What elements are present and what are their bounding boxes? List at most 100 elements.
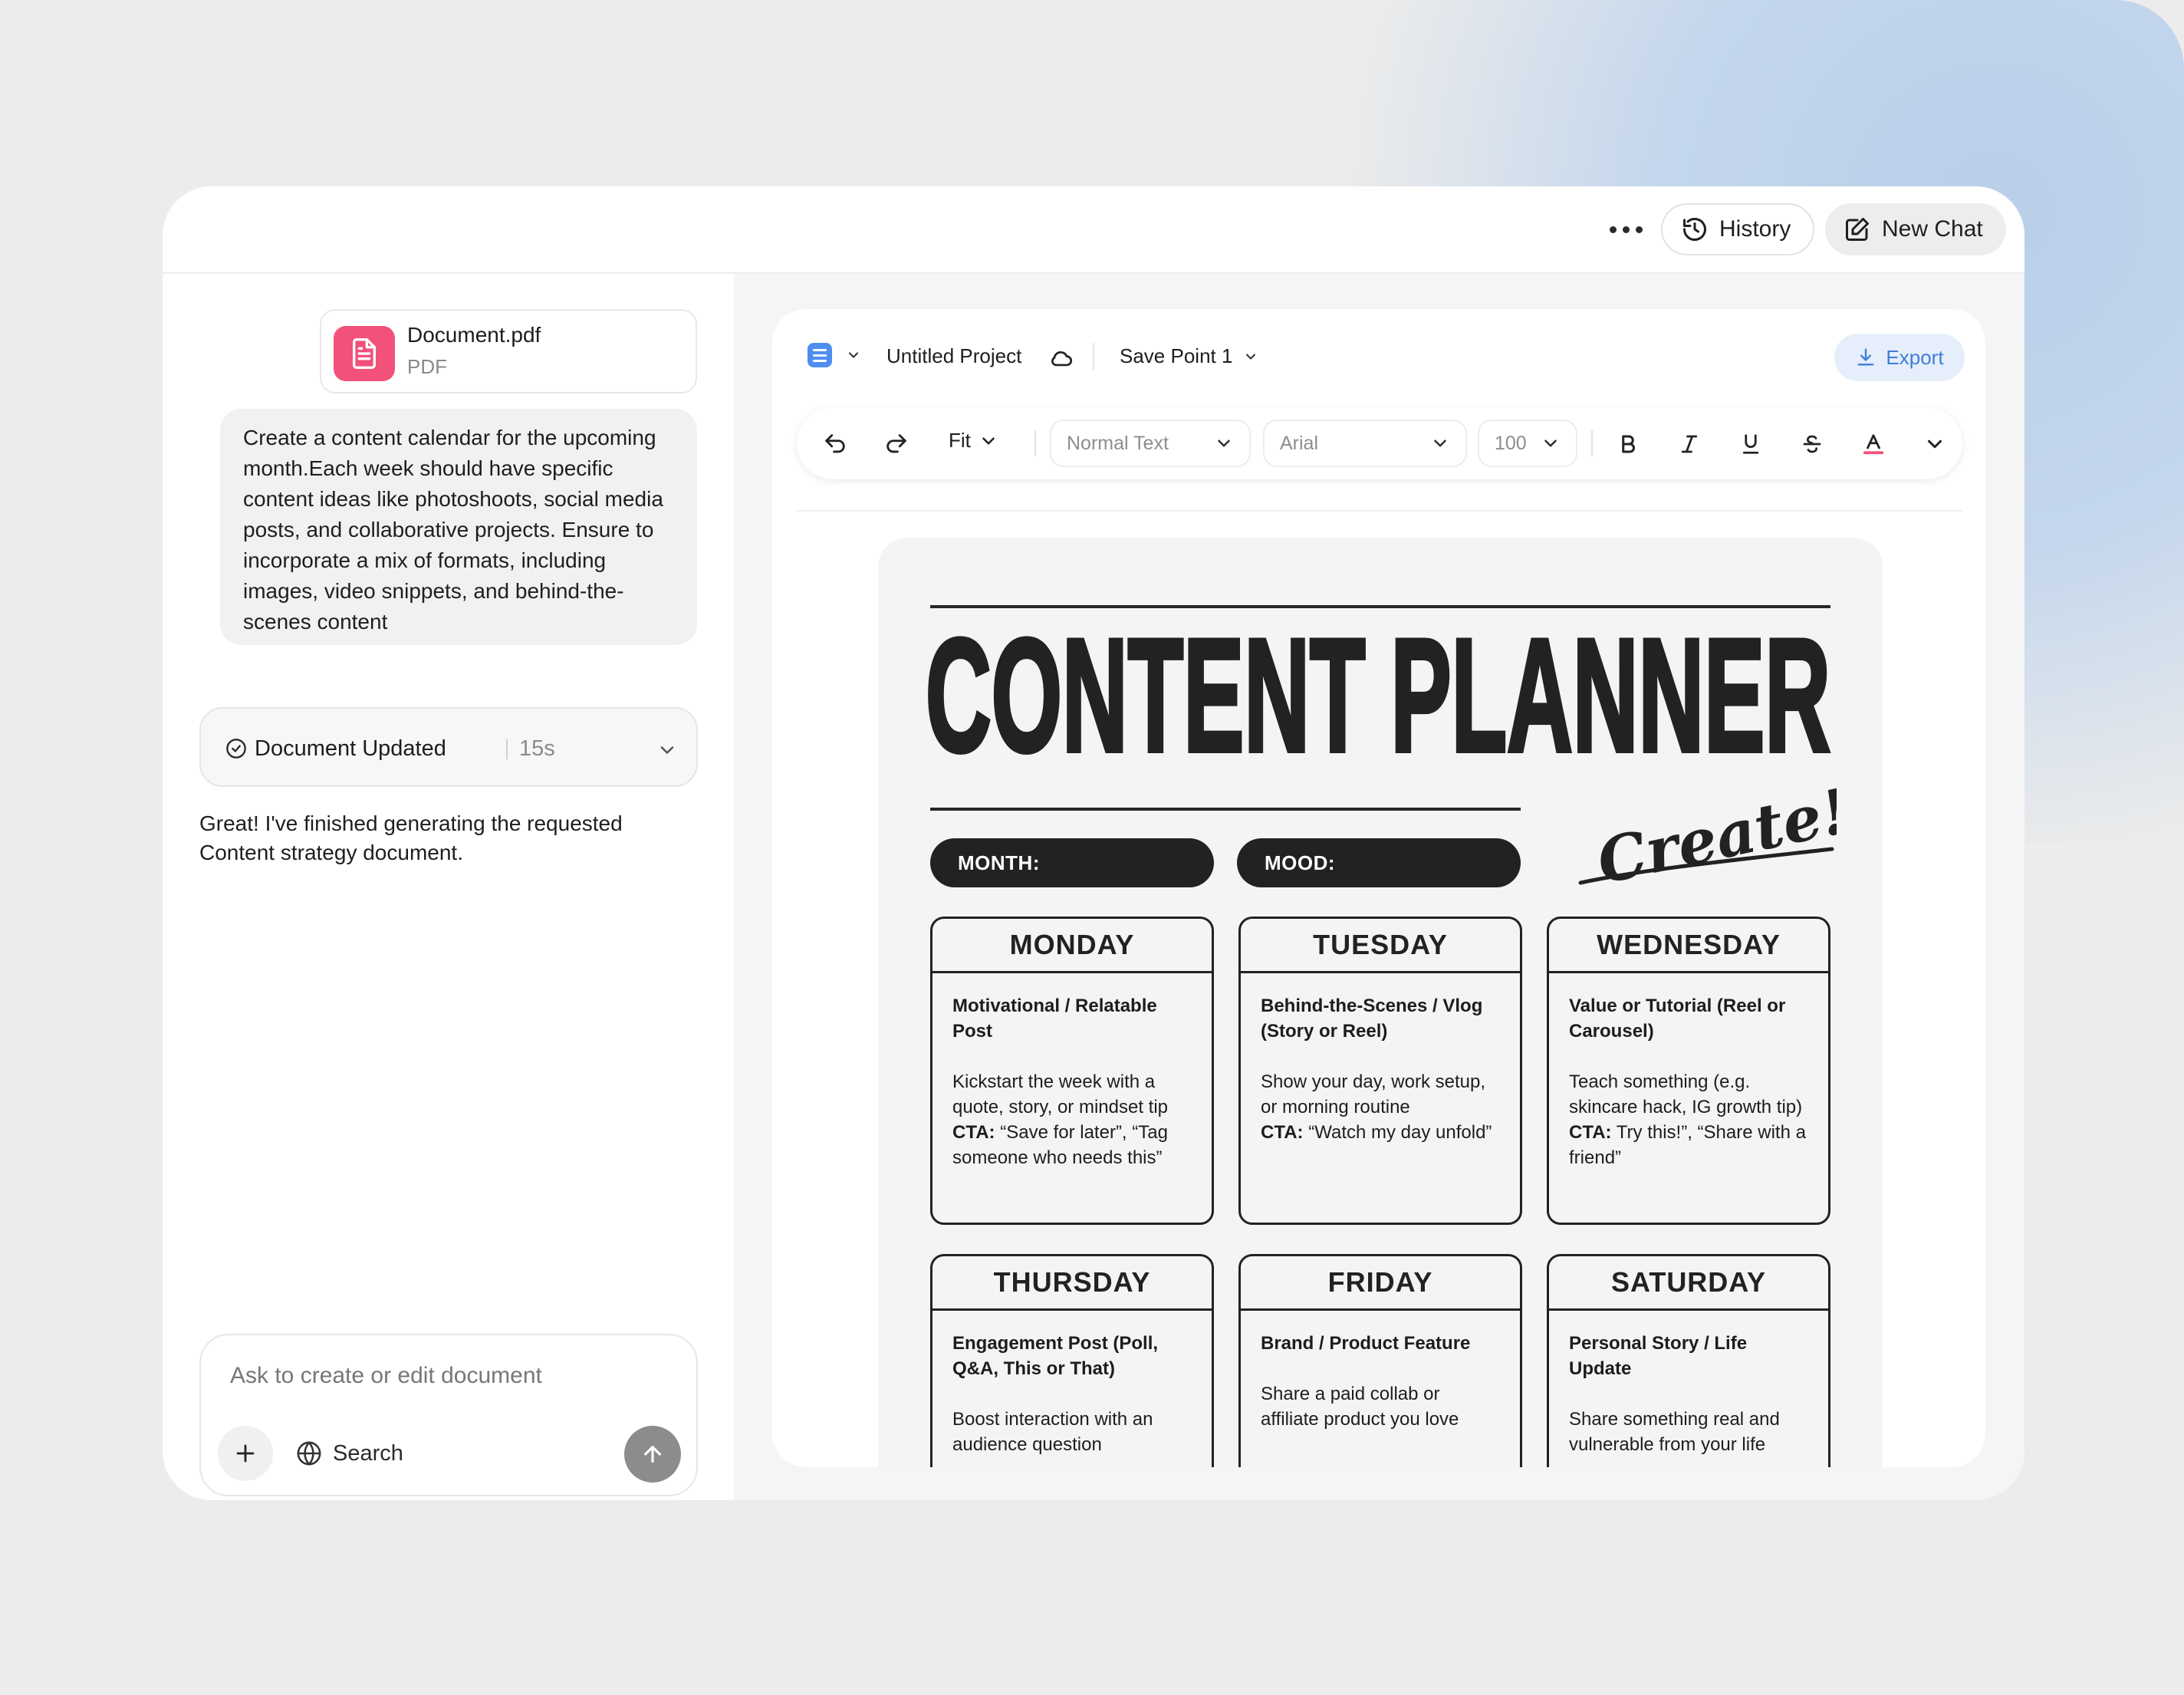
attachment-name: Document.pdf [407,323,541,347]
arrow-up-icon [644,1446,661,1463]
undo-button[interactable] [815,424,855,464]
chevron-down-icon [1246,353,1256,360]
chevron-down-icon [848,352,859,358]
download-icon [1857,348,1874,366]
day-title: Value or Tutorial (Reel or Carousel) [1569,996,1786,1042]
day-description: Share a paid collab or affiliate product… [1261,1384,1459,1430]
planner-title-text: CONTENT PLANNER [926,605,1830,785]
day-description: Share something real and vulnerable from… [1569,1409,1780,1455]
chevron-down-icon [1928,439,1942,449]
more-dot [1635,225,1643,233]
export-button[interactable]: Export [1834,334,1965,381]
document-type-dropdown[interactable] [807,343,861,367]
project-name[interactable]: Untitled Project [886,344,1021,368]
attachment-card[interactable]: Document.pdf PDF [320,309,697,393]
document-icon [807,343,832,367]
status-time: 15s [519,736,555,761]
cta-label: CTA: [1569,1122,1612,1143]
month-field[interactable]: MONTH: [930,838,1214,887]
more-options-button[interactable] [1598,208,1653,251]
day-cta: CTA: “Watch my day unfold” [1261,1120,1500,1145]
top-bar: History New Chat [163,186,2024,274]
zoom-label: Fit [949,429,971,452]
chat-input-placeholder[interactable]: Ask to create or edit document [230,1363,542,1389]
mood-field[interactable]: MOOD: [1237,838,1521,887]
web-search-button[interactable]: Search [296,1433,403,1473]
day-body: Motivational / Relatable Post Kickstart … [932,973,1212,1170]
italic-icon [1681,435,1698,453]
save-point-dropdown[interactable]: Save Point 1 [1120,344,1258,368]
status-label: Document Updated [255,736,446,761]
chat-panel: Document.pdf PDF Create a content calend… [163,274,734,1500]
send-button[interactable] [624,1426,681,1483]
more-dot [1622,225,1630,233]
plus-icon [236,1444,255,1463]
day-title: Brand / Product Feature [1261,1333,1471,1354]
history-label: History [1719,216,1791,242]
toolbar-divider [1034,430,1036,456]
user-prompt-bubble: Create a content calendar for the upcomi… [220,409,697,645]
underline-button[interactable] [1731,424,1771,464]
day-card-tuesday[interactable]: TUESDAY Behind-the-Scenes / Vlog (Story … [1238,917,1522,1225]
font-size-value: 100 [1495,432,1527,454]
chevron-down-icon [1544,439,1557,447]
new-chat-label: New Chat [1882,216,1983,242]
day-title: Personal Story / Life Update [1569,1333,1748,1379]
editor-viewport: Untitled Project Save Point 1 Export Fit… [772,309,1985,1467]
save-point-label: Save Point 1 [1120,344,1233,367]
globe-icon [297,1441,321,1466]
chevron-down-icon [1434,439,1446,447]
day-description: Boost interaction with an audience quest… [952,1409,1153,1455]
add-attachment-button[interactable] [218,1426,273,1481]
history-button[interactable]: History [1661,203,1814,255]
font-size-select[interactable]: 100 [1478,420,1577,467]
pdf-file-icon [334,326,395,381]
text-style-value: Normal Text [1067,432,1169,454]
font-family-select[interactable]: Arial [1263,420,1467,467]
toolbar-divider [1591,430,1593,456]
formatting-toolbar: Fit Normal Text Arial 100 [797,407,1962,479]
day-body: Engagement Post (Poll, Q&A, This or That… [932,1311,1212,1457]
day-description: Kickstart the week with a quote, story, … [952,1071,1169,1117]
day-card-saturday[interactable]: SATURDAY Personal Story / Life Update Sh… [1547,1254,1830,1467]
day-name: THURSDAY [932,1256,1212,1311]
chat-input-box[interactable]: Ask to create or edit document Search [199,1334,698,1496]
document-status-card[interactable]: Document Updated 15s [199,707,698,787]
editor-divider [797,510,1962,512]
cta-label: CTA: [1261,1122,1304,1143]
day-card-thursday[interactable]: THURSDAY Engagement Post (Poll, Q&A, Thi… [930,1254,1214,1467]
day-card-friday[interactable]: FRIDAY Brand / Product Feature Share a p… [1238,1254,1522,1467]
app-window: History New Chat Document.pdf PDF Create… [163,186,2024,1500]
day-body: Brand / Product Feature Share a paid col… [1241,1311,1520,1432]
more-formatting-button[interactable] [1915,424,1955,464]
day-card-wednesday[interactable]: WEDNESDAY Value or Tutorial (Reel or Car… [1547,917,1830,1225]
editor-card: Untitled Project Save Point 1 Export Fit… [772,309,1985,1467]
bold-button[interactable] [1608,424,1648,464]
day-body: Behind-the-Scenes / Vlog (Story or Reel)… [1241,973,1520,1145]
chevron-down-icon[interactable] [656,739,678,761]
new-chat-button[interactable]: New Chat [1825,203,2006,255]
day-title: Motivational / Relatable Post [952,996,1157,1042]
status-divider [506,739,508,759]
day-name: MONDAY [932,919,1212,973]
document-page[interactable]: CONTENT PLANNER Create! MONTH: MOOD: MON… [878,538,1883,1467]
underline-icon [1742,434,1759,454]
text-color-button[interactable] [1853,424,1893,464]
strikethrough-icon [1803,435,1821,453]
zoom-dropdown[interactable]: Fit [949,429,998,453]
day-body: Value or Tutorial (Reel or Carousel) Tea… [1549,973,1828,1170]
undo-icon [825,434,845,453]
day-card-monday[interactable]: MONDAY Motivational / Relatable Post Kic… [930,917,1214,1225]
assistant-reply: Great! I've finished generating the requ… [199,811,623,864]
strikethrough-button[interactable] [1792,424,1832,464]
italic-button[interactable] [1669,424,1709,464]
edit-icon [1846,218,1869,241]
redo-icon [886,434,906,453]
redo-button[interactable] [877,424,916,464]
text-style-select[interactable]: Normal Text [1050,420,1251,467]
day-cta: CTA: “Save for later”, “Tag someone who … [952,1120,1192,1170]
chevron-down-icon [982,436,995,445]
create-script: Create! [1578,777,1837,898]
attachment-type: PDF [407,355,447,378]
day-description: Show your day, work setup, or morning ro… [1261,1071,1486,1117]
